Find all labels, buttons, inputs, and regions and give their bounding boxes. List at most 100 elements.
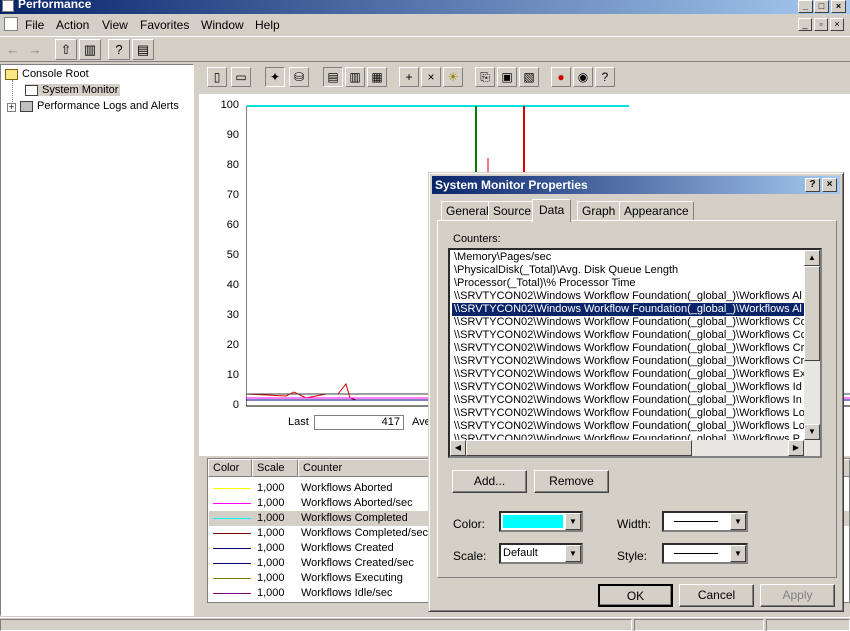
- color-dropdown[interactable]: ▼: [499, 511, 583, 532]
- mdi-restore-button[interactable]: ▫: [814, 18, 828, 31]
- main-toolbar: ← → ⇧ ▥ ? ▤: [0, 36, 850, 62]
- highlight-icon[interactable]: ☀: [443, 67, 463, 87]
- legend-color-line: [213, 533, 251, 534]
- ok-button[interactable]: OK: [598, 584, 673, 607]
- style-dropdown[interactable]: ▼: [662, 543, 748, 564]
- up-folder-icon[interactable]: ⇧: [55, 39, 77, 60]
- counter-list-item[interactable]: \\SRVTYCON02\Windows Workflow Foundation…: [454, 316, 807, 329]
- show-tree-icon[interactable]: ▥: [79, 39, 101, 60]
- y-tick-label: 20: [226, 339, 239, 351]
- counter-list-item[interactable]: \\SRVTYCON02\Windows Workflow Foundation…: [452, 303, 804, 316]
- add-counter-icon[interactable]: +: [399, 67, 419, 87]
- counter-list-item[interactable]: \\SRVTYCON02\Windows Workflow Foundation…: [454, 381, 802, 394]
- scroll-left-button[interactable]: ◀: [450, 440, 466, 456]
- dialog-close-button[interactable]: ×: [822, 178, 837, 192]
- counter-list-item[interactable]: \\SRVTYCON02\Windows Workflow Foundation…: [454, 329, 807, 342]
- counter-list-item[interactable]: \\SRVTYCON02\Windows Workflow Foundation…: [454, 368, 806, 381]
- legend-scale: 1,000: [257, 512, 285, 524]
- mdi-close-button[interactable]: ×: [830, 18, 844, 31]
- freeze-display-icon[interactable]: ●: [551, 67, 571, 87]
- properties-toolbar-icon[interactable]: ▧: [519, 67, 539, 87]
- new-counter-set-icon[interactable]: ▯: [207, 67, 227, 87]
- scroll-up-button[interactable]: ▲: [804, 250, 820, 266]
- copy-properties-icon[interactable]: ⎘: [475, 67, 495, 87]
- menu-help[interactable]: Help: [255, 18, 280, 32]
- apply-button[interactable]: Apply: [760, 584, 835, 607]
- horizontal-scroll-thumb[interactable]: [466, 440, 692, 456]
- menu-action[interactable]: Action: [56, 18, 89, 32]
- legend-header-color[interactable]: Color: [208, 459, 252, 477]
- tab-source[interactable]: Source: [488, 201, 537, 221]
- help-icon[interactable]: ?: [108, 39, 130, 60]
- counter-list-item[interactable]: \\SRVTYCON02\Windows Workflow Foundation…: [454, 342, 804, 355]
- back-arrow-icon[interactable]: ←: [2, 39, 24, 60]
- tree-item-perf-logs[interactable]: + Performance Logs and Alerts: [7, 100, 179, 112]
- chevron-down-icon[interactable]: ▼: [565, 545, 581, 562]
- view-current-activity-icon[interactable]: ✦: [265, 67, 285, 87]
- view-log-data-icon[interactable]: ⛁: [289, 67, 309, 87]
- view-histogram-icon[interactable]: ▥: [345, 67, 365, 87]
- minimize-button[interactable]: _: [798, 0, 813, 13]
- legend-counter: Workflows Aborted: [301, 482, 393, 494]
- legend-color-line: [213, 503, 251, 504]
- dialog-help-button[interactable]: ?: [805, 178, 820, 192]
- vertical-scroll-thumb[interactable]: [804, 266, 820, 361]
- paste-counter-list-icon[interactable]: ▣: [497, 67, 517, 87]
- legend-scale: 1,000: [257, 557, 285, 569]
- legend-header-scale[interactable]: Scale: [252, 459, 298, 477]
- counter-list-item[interactable]: \PhysicalDisk(_Total)\Avg. Disk Queue Le…: [454, 264, 678, 277]
- tab-data[interactable]: Data: [532, 199, 572, 222]
- menu-favorites[interactable]: Favorites: [140, 18, 189, 32]
- menu-view[interactable]: View: [102, 18, 128, 32]
- scale-dropdown[interactable]: Default ▼: [499, 543, 583, 564]
- tab-graph[interactable]: Graph: [577, 201, 621, 221]
- y-tick-label: 40: [226, 279, 239, 291]
- counter-list-item[interactable]: \\SRVTYCON02\Windows Workflow Foundation…: [454, 394, 802, 407]
- tab-appearance[interactable]: Appearance: [619, 201, 694, 221]
- add-button[interactable]: Add...: [452, 470, 527, 493]
- app-icon: [2, 0, 14, 12]
- clear-display-icon[interactable]: ▭: [231, 67, 251, 87]
- tab-general[interactable]: General: [441, 201, 494, 221]
- status-pane-3: [766, 619, 850, 631]
- tree-item-console-root[interactable]: Console Root: [5, 68, 89, 80]
- menu-window[interactable]: Window: [201, 18, 244, 32]
- monitor-help-icon[interactable]: ?: [595, 67, 615, 87]
- color-label: Color:: [453, 517, 486, 531]
- scroll-down-button[interactable]: ▼: [804, 424, 820, 440]
- menu-file[interactable]: File: [25, 18, 44, 32]
- counters-vertical-scrollbar[interactable]: ▲ ▼: [804, 250, 820, 440]
- width-dropdown[interactable]: ▼: [662, 511, 748, 532]
- view-graph-icon[interactable]: ▤: [323, 67, 343, 87]
- mdi-minimize-button[interactable]: _: [798, 18, 812, 31]
- close-button[interactable]: ×: [831, 0, 846, 13]
- chart-icon: [25, 84, 38, 96]
- counter-list-item[interactable]: \Memory\Pages/sec: [454, 251, 551, 264]
- maximize-button[interactable]: □: [814, 0, 829, 13]
- chevron-down-icon[interactable]: ▼: [730, 513, 746, 530]
- delete-counter-icon[interactable]: ×: [421, 67, 441, 87]
- expand-icon[interactable]: +: [7, 103, 16, 112]
- remove-button[interactable]: Remove: [534, 470, 609, 493]
- update-data-icon[interactable]: ◉: [573, 67, 593, 87]
- counters-listbox[interactable]: \Memory\Pages/sec \PhysicalDisk(_Total)\A…: [448, 248, 822, 458]
- view-report-icon[interactable]: ▦: [367, 67, 387, 87]
- counter-list-item[interactable]: \\SRVTYCON02\Windows Workflow Foundation…: [454, 420, 805, 433]
- legend-scale: 1,000: [257, 587, 285, 599]
- chevron-down-icon[interactable]: ▼: [730, 545, 746, 562]
- legend-color-line: [213, 548, 251, 549]
- scroll-right-button[interactable]: ▶: [788, 440, 804, 456]
- cancel-button[interactable]: Cancel: [679, 584, 754, 607]
- counter-list-item[interactable]: \Processor(_Total)\% Processor Time: [454, 277, 636, 290]
- window-title: Performance: [18, 0, 92, 11]
- counters-horizontal-scrollbar[interactable]: ◀ ▶: [450, 440, 820, 456]
- counter-list-item[interactable]: \\SRVTYCON02\Windows Workflow Foundation…: [454, 407, 805, 420]
- tree-item-system-monitor[interactable]: System Monitor: [25, 84, 121, 96]
- chevron-down-icon[interactable]: ▼: [565, 513, 581, 530]
- forward-arrow-icon[interactable]: →: [24, 39, 46, 60]
- line-width-sample: [674, 521, 718, 522]
- properties-icon[interactable]: ▤: [132, 39, 154, 60]
- counter-list-item[interactable]: \\SRVTYCON02\Windows Workflow Foundation…: [454, 355, 804, 368]
- mmc-icon[interactable]: [4, 17, 18, 31]
- counter-list-item[interactable]: \\SRVTYCON02\Windows Workflow Foundation…: [454, 290, 802, 303]
